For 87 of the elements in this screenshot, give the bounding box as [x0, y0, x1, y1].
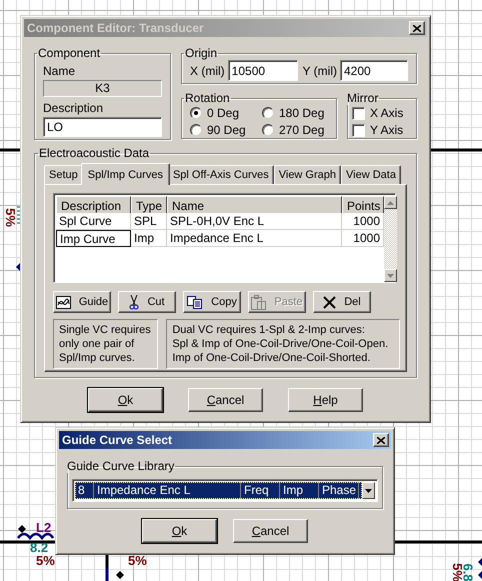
copy-icon [187, 296, 204, 308]
dropdown-cell: Phase [319, 482, 359, 499]
table-cell: 1000 [342, 230, 384, 247]
pin-marker [478, 571, 482, 579]
chart-icon [56, 296, 71, 308]
dialog-button[interactable]: Ok [142, 519, 217, 543]
scrollbar[interactable] [384, 196, 397, 282]
group-title: Electroacoustic Data [38, 146, 150, 160]
schematic-label: 5% [128, 554, 147, 567]
dropdown-cell: Impedance Enc L [94, 482, 241, 499]
dialog-button[interactable]: Cancel [233, 519, 308, 543]
dropdown-cell: 8 [75, 482, 94, 499]
schematic-label: 5% [36, 554, 55, 567]
radio-option[interactable]: 270 Deg [262, 122, 334, 138]
close-button[interactable] [409, 21, 425, 35]
pin-marker [478, 558, 482, 566]
clipboard-icon [251, 294, 266, 310]
tab[interactable]: View Graph [274, 165, 342, 184]
tab[interactable]: Setup [44, 165, 83, 184]
group-title: Guide Curve Library [66, 459, 176, 473]
table-cell: Spl Curve [56, 213, 131, 230]
tab[interactable]: Spl/Imp Curves [80, 163, 170, 185]
scroll-up-button[interactable] [384, 196, 397, 209]
close-button[interactable] [373, 433, 389, 447]
tab[interactable]: Spl Off-Axis Curves [168, 165, 274, 184]
scroll-down-button[interactable] [384, 269, 397, 282]
curve-dropdown[interactable]: 8 Impedance Enc L Freq Imp Phase [72, 479, 378, 502]
pin-marker [18, 525, 26, 533]
field-label: X (mil) [190, 64, 225, 78]
info-note: Single VC requires only one pair of Spl/Imp curves. [53, 319, 158, 369]
table-cell: Imp Curve [56, 230, 131, 247]
pin-marker [116, 571, 124, 579]
group-title: Mirror [346, 91, 380, 105]
guide-button[interactable]: Guide [53, 291, 111, 313]
field-label: Description [43, 101, 104, 115]
dropdown-button[interactable] [362, 482, 375, 499]
down-arrow-icon [365, 488, 372, 492]
dropdown-cell: Freq [241, 482, 280, 499]
radio-option[interactable]: 90 Deg [190, 122, 262, 138]
window-title: Guide Curve Select [62, 433, 172, 447]
table-cell: Impedance Enc L [167, 230, 342, 247]
schematic-label: 6.8 [462, 563, 475, 581]
scissors-icon [129, 294, 140, 310]
radio-option[interactable]: 180 Deg [262, 105, 334, 121]
lead-drawing [16, 206, 20, 224]
info-note: Dual VC requires 1-Spl & 2-Imp curves: Spl & Imp of One-Coil-Drive/One-Coil-Open. Imp of One-Coil-Drive/One-Coil-Shorted. [166, 319, 400, 369]
schematic-label: L2 [36, 521, 52, 534]
checkbox-option[interactable]: X Axis [352, 105, 412, 121]
radio-button[interactable] [190, 107, 202, 119]
window-title: Component Editor: Transducer [27, 21, 204, 35]
table-cell: Imp [131, 230, 167, 247]
radio-button[interactable] [262, 107, 274, 119]
group-title: Origin [184, 46, 218, 60]
delete-button[interactable]: Del [313, 291, 371, 313]
y-field[interactable]: 4200 [340, 60, 408, 81]
dialog-button[interactable]: Cancel [188, 388, 263, 412]
group-title: Component [37, 46, 102, 60]
schematic-label: 8.2 [30, 541, 48, 554]
table-cell: SPL [131, 213, 167, 230]
dropdown-cell: Imp [280, 482, 319, 499]
radio-button[interactable] [262, 124, 274, 136]
radio-option[interactable]: 0 Deg [190, 105, 262, 121]
tab[interactable]: View Data [341, 165, 401, 184]
wire [106, 555, 108, 581]
inductor-drawing [17, 532, 54, 540]
down-arrow-icon [387, 274, 394, 278]
dialog-button[interactable]: Ok [88, 388, 163, 412]
checkbox[interactable] [352, 106, 365, 120]
x-field[interactable]: 10500 [228, 60, 298, 81]
group-title: Rotation [184, 91, 231, 105]
name-field: K3 [43, 80, 162, 97]
close-icon [413, 24, 421, 32]
table-cell: 1000 [342, 213, 384, 230]
up-arrow-icon [387, 200, 394, 204]
field-label: Y (mil) [302, 64, 337, 78]
schematic-label: 5% [4, 208, 17, 227]
dialog-button[interactable]: Help [288, 388, 363, 412]
description-field[interactable]: LO [43, 117, 162, 137]
close-icon [377, 436, 385, 444]
radio-button[interactable] [190, 124, 202, 136]
checkbox-option[interactable]: Y Axis [352, 122, 412, 138]
cut-button[interactable]: Cut [118, 291, 176, 313]
delete-icon [323, 296, 336, 308]
copy-button[interactable]: Copy [183, 291, 241, 313]
checkbox[interactable] [352, 124, 365, 136]
table-cell: SPL-0H,0V Enc L [167, 213, 342, 230]
field-label: Name [43, 64, 76, 78]
